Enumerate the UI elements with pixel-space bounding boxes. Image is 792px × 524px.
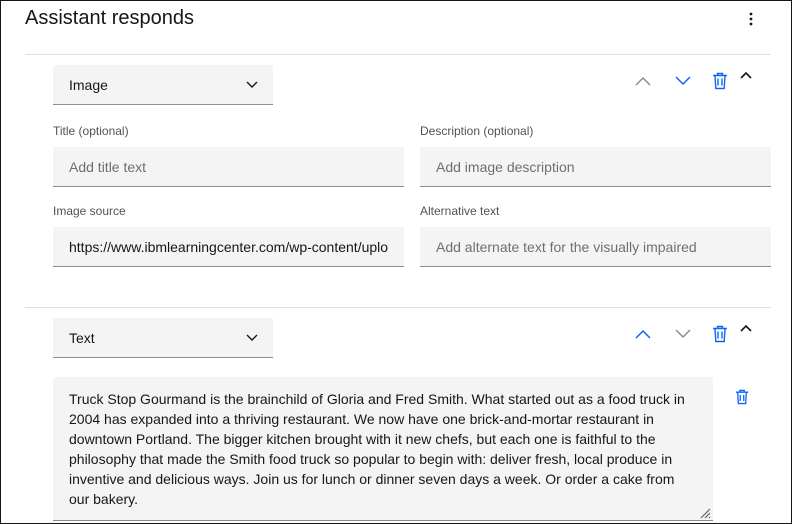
chevron-up-icon	[635, 76, 651, 86]
caret-up-icon	[740, 324, 752, 332]
chevron-down-icon	[246, 81, 258, 88]
description-input[interactable]	[420, 147, 771, 187]
trash-can-icon	[735, 389, 749, 405]
image-delete-button[interactable]	[708, 69, 732, 93]
overflow-menu-button[interactable]	[739, 7, 763, 31]
overflow-menu-vertical-icon	[749, 12, 753, 26]
resize-handle-icon[interactable]	[699, 507, 711, 519]
section-divider	[25, 307, 771, 308]
chevron-down-icon	[246, 334, 258, 341]
trash-can-icon	[713, 72, 727, 90]
response-text-area[interactable]: Truck Stop Gourmand is the brainchild of…	[53, 377, 713, 521]
response-type-value: Image	[69, 76, 108, 93]
chevron-up-icon	[635, 329, 651, 339]
image-response-type-select[interactable]: Image	[53, 65, 273, 105]
description-field-label: Description (optional)	[420, 124, 534, 138]
chevron-down-icon	[675, 76, 691, 86]
response-type-value: Text	[69, 329, 95, 346]
caret-up-icon	[740, 71, 752, 79]
text-collapse-button[interactable]	[734, 316, 758, 340]
alternative-text-input[interactable]	[420, 227, 771, 267]
image-move-down-button[interactable]	[671, 69, 695, 93]
chevron-down-icon	[675, 329, 691, 339]
trash-can-icon	[713, 325, 727, 343]
text-move-up-button[interactable]	[631, 322, 655, 346]
assistant-responds-panel: Assistant responds Image Title (optional…	[0, 0, 792, 524]
section-divider	[25, 54, 771, 55]
image-source-field-label: Image source	[53, 204, 126, 218]
page-title: Assistant responds	[25, 7, 194, 29]
text-move-down-button[interactable]	[671, 322, 695, 346]
image-collapse-button[interactable]	[734, 63, 758, 87]
alternative-text-field-label: Alternative text	[420, 204, 500, 218]
response-text-delete-button[interactable]	[730, 385, 754, 409]
title-input[interactable]	[53, 147, 404, 187]
text-response-type-select[interactable]: Text	[53, 318, 273, 358]
title-field-label: Title (optional)	[53, 124, 129, 138]
image-source-input[interactable]	[53, 227, 404, 267]
image-move-up-button[interactable]	[631, 69, 655, 93]
text-delete-button[interactable]	[708, 322, 732, 346]
